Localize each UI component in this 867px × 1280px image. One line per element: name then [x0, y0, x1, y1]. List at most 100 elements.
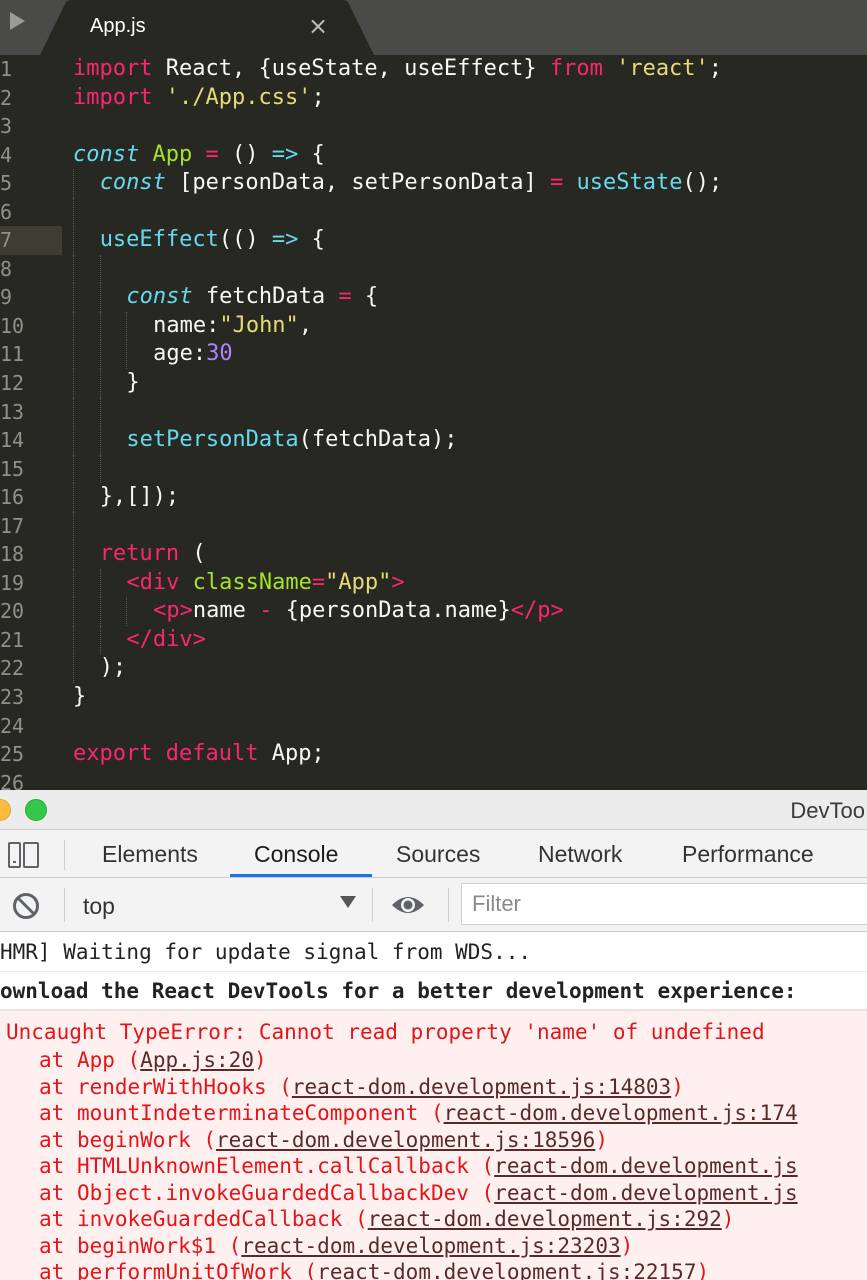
indent-guide	[99, 369, 101, 398]
source-link[interactable]: react-dom.development.js:18596	[216, 1128, 595, 1152]
source-link[interactable]: react-dom.development.js:292	[368, 1207, 722, 1231]
stack-function: mountIndeterminateComponent	[76, 1101, 419, 1125]
stack-close: )	[671, 1074, 684, 1099]
indent-guide	[99, 625, 101, 655]
stack-function: renderWithHooks	[76, 1074, 267, 1099]
source-link[interactable]: react-dom.development.js	[494, 1181, 797, 1205]
filter-input[interactable]	[461, 883, 867, 925]
code-token: React, {useState, useEffect}	[152, 56, 550, 81]
line-number: 6	[0, 199, 13, 224]
code-token: </	[510, 598, 538, 624]
code-line: 26	[0, 769, 867, 790]
clear-console-icon[interactable]	[12, 892, 40, 920]
code-token: import	[73, 84, 153, 110]
devtools-window: DevToo Elements Console Sources Network …	[0, 790, 867, 1280]
source-link[interactable]: react-dom.development.js	[494, 1154, 797, 1178]
code-token: </	[126, 626, 153, 652]
close-icon[interactable]: ×	[308, 12, 328, 40]
code-line: 13	[0, 397, 867, 427]
console-error-message: Uncaught TypeError: Cannot read property…	[0, 1010, 867, 1280]
code-line: 18 return (	[0, 540, 867, 569]
code-text: }	[73, 683, 86, 712]
stack-close: )	[696, 1260, 710, 1280]
stack-frame: at App (App.js:20)	[39, 1048, 267, 1072]
active-tab-indicator	[230, 874, 372, 877]
code-text: const App = () => {	[73, 141, 325, 170]
indent-guide	[99, 340, 101, 370]
code-token: age:	[153, 341, 207, 367]
code-token: div	[139, 569, 180, 595]
source-link[interactable]: react-dom.development.js:14803	[292, 1075, 671, 1099]
code-text: setPersonData(fetchData);	[126, 426, 457, 455]
indent-guide	[73, 568, 74, 598]
indent-guide	[73, 169, 74, 198]
tab-title: App.js	[90, 15, 146, 37]
indent-guide	[73, 311, 74, 341]
code-line: 3	[0, 112, 867, 141]
indent-guide	[99, 454, 101, 484]
device-toggle-icon[interactable]	[8, 842, 40, 868]
code-token: {	[298, 141, 325, 167]
source-link[interactable]: App.js:20	[140, 1048, 254, 1072]
indent-guide	[73, 254, 74, 284]
separator	[64, 840, 65, 870]
code-text: name:"John",	[153, 312, 312, 341]
code-token: <	[126, 569, 140, 595]
line-number: 5	[0, 171, 13, 196]
source-link[interactable]: react-dom.development.js:22157	[317, 1260, 696, 1280]
tab-performance[interactable]: Performance	[682, 830, 814, 878]
indent-guide	[73, 340, 74, 370]
editor-tab-app-js[interactable]: App.js ×	[40, 0, 380, 55]
code-line: 23}	[0, 683, 867, 712]
devtools-tab-strip: Elements Console Sources Network Perform…	[0, 830, 867, 878]
code-line: 4 const App = () => {	[0, 141, 867, 170]
code-text: }	[126, 369, 139, 398]
zoom-button[interactable]	[25, 799, 47, 821]
line-number: 23	[0, 685, 25, 710]
stack-function: beginWork	[76, 1127, 191, 1152]
stack-at: at	[39, 1101, 77, 1125]
code-token: =>	[271, 227, 299, 253]
code-text: );	[100, 654, 127, 683]
tab-elements[interactable]: Elements	[102, 830, 198, 878]
eye-icon[interactable]	[390, 891, 426, 919]
tab-sources[interactable]: Sources	[396, 830, 480, 878]
minimize-button[interactable]	[0, 799, 11, 821]
code-line: 19 <div className="App">	[0, 568, 867, 598]
indent-guide	[73, 511, 74, 541]
stack-frame: at beginWork (react-dom.development.js:1…	[39, 1127, 608, 1152]
source-link[interactable]: react-dom.development.js:174	[444, 1101, 798, 1125]
code-line: 21 </div>	[0, 625, 867, 655]
play-icon[interactable]	[10, 12, 25, 30]
console-toolbar: top	[0, 878, 867, 932]
code-text: import './App.css';	[73, 84, 325, 113]
line-number: 14	[0, 428, 25, 453]
stack-at: at	[39, 1233, 77, 1258]
code-token: fetchData	[192, 284, 339, 310]
code-text: const fetchData = {	[126, 283, 378, 312]
code-editor[interactable]: 1 import React, {useState, useEffect} fro…	[0, 55, 867, 790]
code-token: export	[73, 741, 153, 767]
indent-guide	[73, 283, 74, 312]
context-selector[interactable]: top	[70, 886, 360, 924]
source-link[interactable]: react-dom.development.js:23203	[241, 1234, 620, 1258]
stack-function: invokeGuardedCallback	[76, 1207, 343, 1231]
code-line: 2 import './App.css';	[0, 84, 867, 113]
code-token: name:	[153, 312, 220, 338]
code-token: (fetchData);	[298, 427, 458, 453]
code-token: }	[73, 684, 87, 710]
code-token: }	[126, 370, 140, 396]
console-message-hmr: HMR] Waiting for update signal from WDS.…	[0, 932, 867, 972]
indent-guide	[99, 397, 101, 427]
code-line: 16},[]);	[0, 483, 867, 512]
stack-at: at	[39, 1048, 77, 1072]
tab-console[interactable]: Console	[254, 830, 338, 878]
tab-network[interactable]: Network	[538, 830, 622, 878]
stack-frame: at Object.invokeGuardedCallbackDev (reac…	[39, 1180, 798, 1205]
console-output: HMR] Waiting for update signal from WDS.…	[0, 932, 867, 1280]
code-text: age:30	[153, 340, 232, 369]
